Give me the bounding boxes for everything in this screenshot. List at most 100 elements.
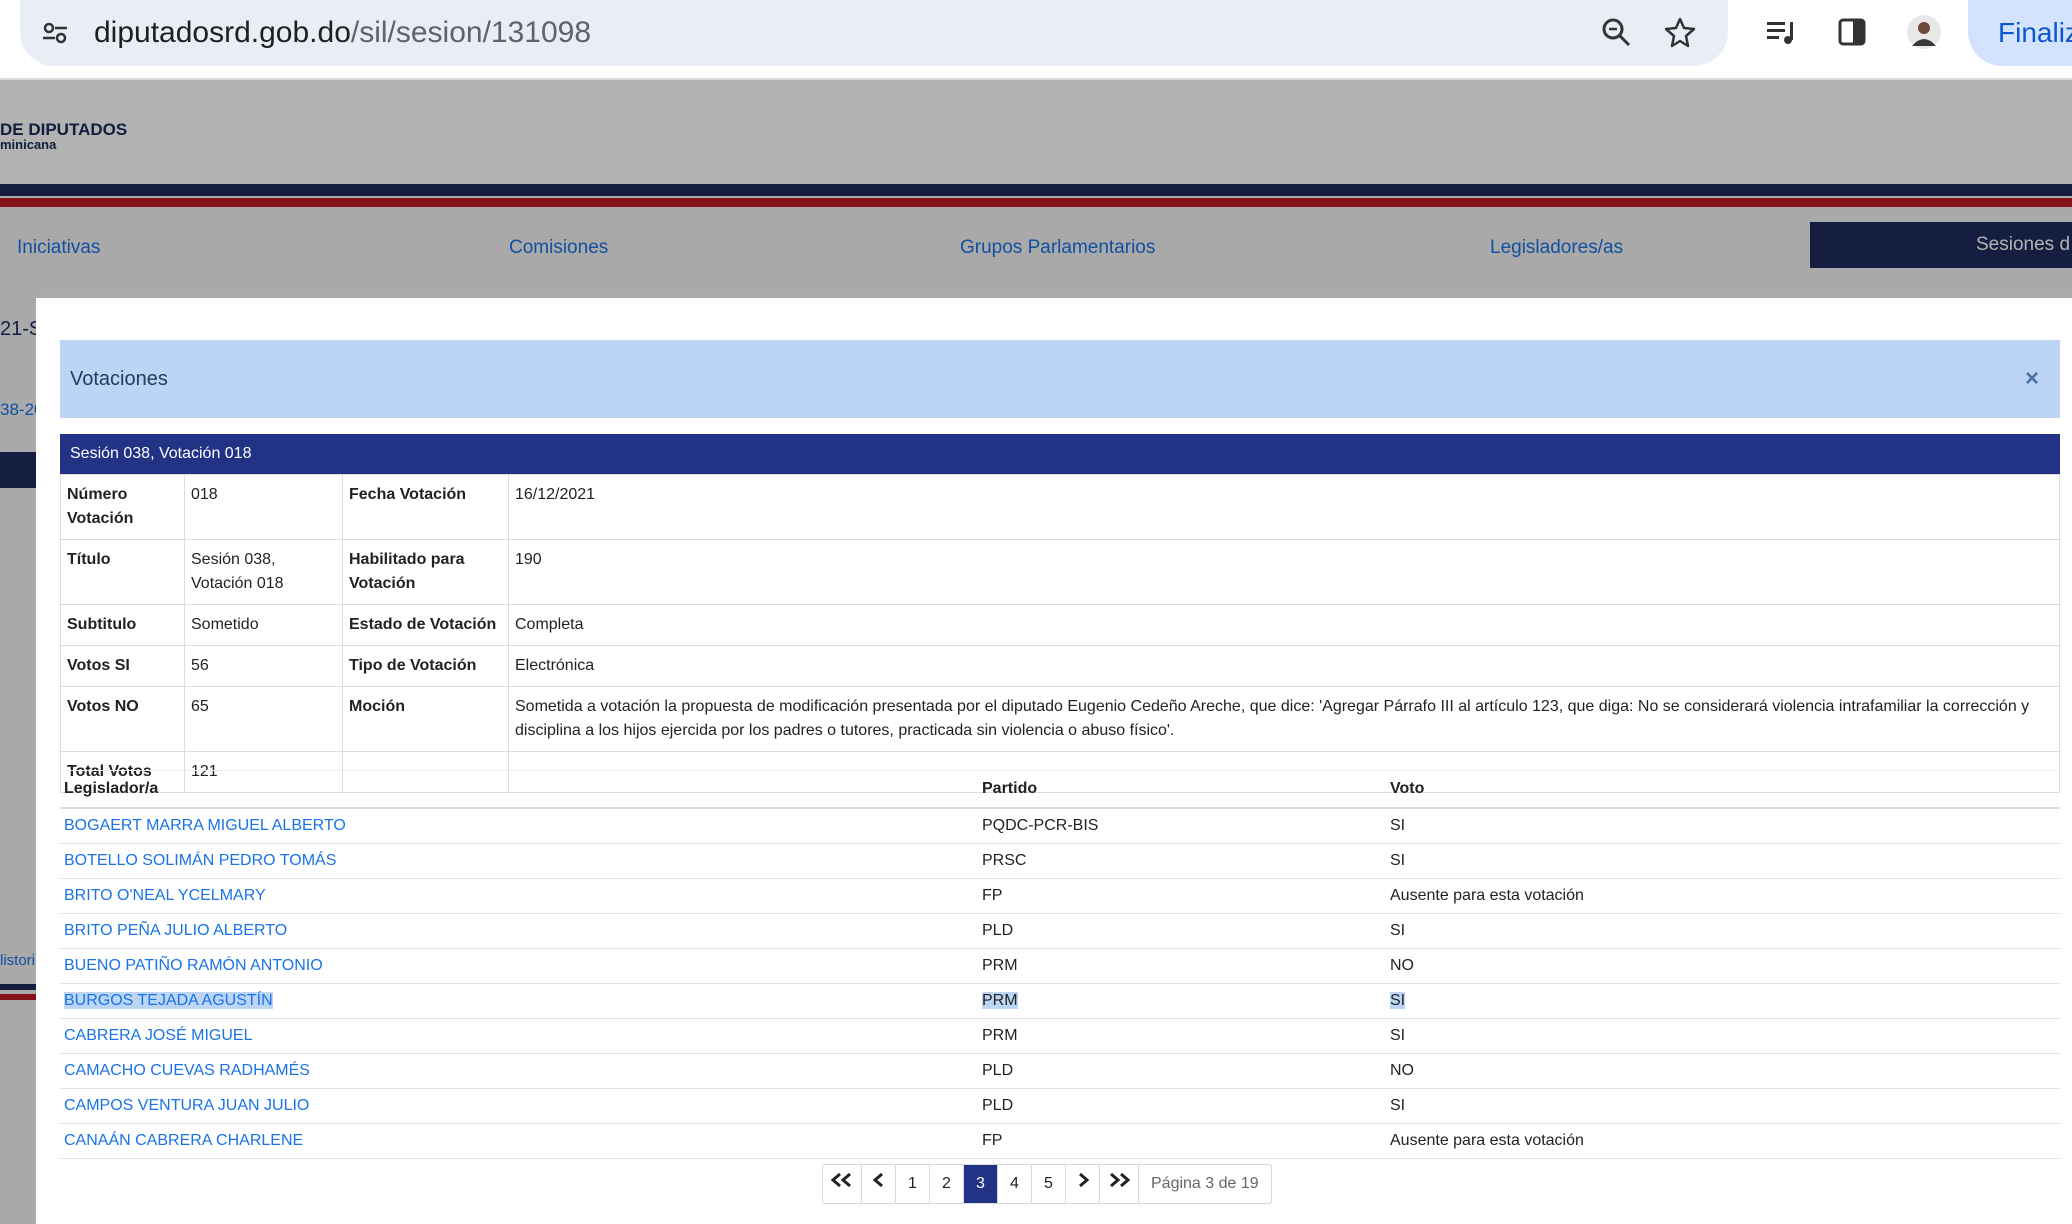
col-legislador: Legislador/a bbox=[60, 770, 978, 809]
party-cell: PLD bbox=[978, 913, 1386, 949]
url-path: /sil/sesion/131098 bbox=[350, 16, 592, 49]
table-row-selected: BURGOS TEJADA AGUSTÍN PRM SI bbox=[60, 983, 2060, 1019]
fecha-label: Fecha Votación bbox=[342, 474, 509, 540]
party-cell: PRM bbox=[982, 992, 1018, 1009]
info-row: Título Sesión 038, Votación 018 Habilita… bbox=[60, 539, 2060, 605]
titulo-value: Sesión 038, Votación 018 bbox=[184, 539, 343, 605]
vote-cell: SI bbox=[1386, 843, 2060, 879]
page-1-button[interactable]: 1 bbox=[896, 1165, 930, 1203]
vote-cell: Ausente para esta votación bbox=[1386, 1123, 2060, 1159]
info-row: Votos NO 65 Moción Sometida a votación l… bbox=[60, 686, 2060, 752]
votos-si-label: Votos SI bbox=[60, 645, 185, 687]
legislator-link[interactable]: BRITO O'NEAL YCELMARY bbox=[64, 887, 266, 904]
table-row: BOTELLO SOLIMÁN PEDRO TOMÁS PRSC SI bbox=[60, 843, 2060, 879]
table-row: CAMPOS VENTURA JUAN JULIO PLD SI bbox=[60, 1088, 2060, 1124]
tipo-value: Electrónica bbox=[508, 645, 2060, 687]
party-cell: PRM bbox=[978, 948, 1386, 984]
last-page-button[interactable] bbox=[1100, 1165, 1139, 1203]
media-playlist-icon[interactable] bbox=[1760, 12, 1800, 52]
vote-cell: SI bbox=[1390, 992, 1406, 1009]
subtitulo-label: Subtitulo bbox=[60, 604, 185, 646]
info-row: Subtitulo Sometido Estado de Votación Co… bbox=[60, 604, 2060, 646]
party-cell: FP bbox=[978, 878, 1386, 914]
legislator-link[interactable]: BRITO PEÑA JULIO ALBERTO bbox=[64, 922, 287, 939]
pagination: 1 2 3 4 5 Página 3 de 19 bbox=[822, 1164, 1272, 1204]
mocion-value: Sometida a votación la propuesta de modi… bbox=[508, 686, 2060, 752]
page-info: Página 3 de 19 bbox=[1151, 1175, 1259, 1192]
zoom-icon[interactable] bbox=[1596, 12, 1636, 52]
votos-no-value: 65 bbox=[184, 686, 343, 752]
party-cell: PRSC bbox=[978, 843, 1386, 879]
url-host: diputadosrd.gob.do bbox=[94, 16, 351, 49]
next-page-button[interactable] bbox=[1066, 1165, 1100, 1203]
table-row: BOGAERT MARRA MIGUEL ALBERTO PQDC-PCR-BI… bbox=[60, 808, 2060, 844]
table-row: BUENO PATIÑO RAMÓN ANTONIO PRM NO bbox=[60, 948, 2060, 984]
chevron-left-icon bbox=[872, 1172, 883, 1188]
vote-cell: SI bbox=[1386, 1088, 2060, 1124]
page-3-button[interactable]: 3 bbox=[964, 1165, 998, 1203]
profile-avatar[interactable] bbox=[1904, 12, 1944, 52]
legislator-link[interactable]: CABRERA JOSÉ MIGUEL bbox=[64, 1027, 253, 1044]
titulo-label: Título bbox=[60, 539, 185, 605]
table-row: CANAÁN CABRERA CHARLENE FP Ausente para … bbox=[60, 1123, 2060, 1159]
close-icon[interactable]: × bbox=[2014, 360, 2050, 398]
fecha-value: 16/12/2021 bbox=[508, 474, 2060, 540]
page-4-button[interactable]: 4 bbox=[998, 1165, 1032, 1203]
info-row: Número Votación 018 Fecha Votación 16/12… bbox=[60, 474, 2060, 540]
vote-cell: SI bbox=[1386, 808, 2060, 844]
finalize-update-button[interactable]: Finaliz bbox=[1968, 0, 2072, 66]
modal-title: Votaciones bbox=[70, 368, 168, 390]
legislator-link[interactable]: CANAÁN CABRERA CHARLENE bbox=[64, 1132, 303, 1149]
legislator-link[interactable]: BURGOS TEJADA AGUSTÍN bbox=[64, 992, 273, 1009]
table-row: BRITO O'NEAL YCELMARY FP Ausente para es… bbox=[60, 878, 2060, 914]
votos-no-label: Votos NO bbox=[60, 686, 185, 752]
votes-header-row: Legislador/a Partido Voto bbox=[60, 770, 2060, 809]
url-text[interactable]: diputadosrd.gob.do/sil/sesion/131098 bbox=[94, 10, 591, 56]
vote-cell: SI bbox=[1386, 1018, 2060, 1054]
votes-table: Legislador/a Partido Voto BOGAERT MARRA … bbox=[60, 770, 2060, 1159]
vote-cell: NO bbox=[1386, 948, 2060, 984]
col-voto: Voto bbox=[1386, 770, 2060, 809]
vote-cell: SI bbox=[1386, 913, 2060, 949]
legislator-link[interactable]: BUENO PATIÑO RAMÓN ANTONIO bbox=[64, 957, 323, 974]
vote-cell: NO bbox=[1386, 1053, 2060, 1089]
vote-cell: Ausente para esta votación bbox=[1386, 878, 2060, 914]
votos-si-value: 56 bbox=[184, 645, 343, 687]
side-panel-icon[interactable] bbox=[1832, 12, 1872, 52]
legislator-link[interactable]: BOTELLO SOLIMÁN PEDRO TOMÁS bbox=[64, 852, 336, 869]
modal-header bbox=[60, 340, 2060, 418]
party-cell: PRM bbox=[978, 1018, 1386, 1054]
table-row: BRITO PEÑA JULIO ALBERTO PLD SI bbox=[60, 913, 2060, 949]
vote-info-table: Número Votación 018 Fecha Votación 16/12… bbox=[60, 474, 2060, 793]
bookmark-star-icon[interactable] bbox=[1660, 12, 1700, 52]
habilitado-value: 190 bbox=[508, 539, 2060, 605]
subtitulo-value: Sometido bbox=[184, 604, 343, 646]
numero-label: Número Votación bbox=[60, 474, 185, 540]
page-5-button[interactable]: 5 bbox=[1032, 1165, 1066, 1203]
page-2-button[interactable]: 2 bbox=[930, 1165, 964, 1203]
party-cell: PLD bbox=[978, 1088, 1386, 1124]
legislator-link[interactable]: CAMPOS VENTURA JUAN JULIO bbox=[64, 1097, 309, 1114]
col-partido: Partido bbox=[978, 770, 1386, 809]
session-header: Sesión 038, Votación 018 bbox=[60, 434, 2060, 474]
numero-value: 018 bbox=[184, 474, 343, 540]
tipo-label: Tipo de Votación bbox=[342, 645, 509, 687]
site-settings-icon[interactable] bbox=[36, 14, 74, 52]
table-row: CAMACHO CUEVAS RADHAMÉS PLD NO bbox=[60, 1053, 2060, 1089]
estado-label: Estado de Votación bbox=[342, 604, 509, 646]
double-chevron-left-icon bbox=[830, 1172, 851, 1188]
first-page-button[interactable] bbox=[823, 1165, 862, 1203]
double-chevron-right-icon bbox=[1110, 1172, 1131, 1188]
legislator-link[interactable]: BOGAERT MARRA MIGUEL ALBERTO bbox=[64, 817, 346, 834]
party-cell: PQDC-PCR-BIS bbox=[978, 808, 1386, 844]
table-row: CABRERA JOSÉ MIGUEL PRM SI bbox=[60, 1018, 2060, 1054]
mocion-label: Moción bbox=[342, 686, 509, 752]
party-cell: FP bbox=[978, 1123, 1386, 1159]
estado-value: Completa bbox=[508, 604, 2060, 646]
legislator-link[interactable]: CAMACHO CUEVAS RADHAMÉS bbox=[64, 1062, 310, 1079]
prev-page-button[interactable] bbox=[862, 1165, 896, 1203]
party-cell: PLD bbox=[978, 1053, 1386, 1089]
habilitado-label: Habilitado para Votación bbox=[342, 539, 509, 605]
chevron-right-icon bbox=[1078, 1172, 1089, 1188]
info-row: Votos SI 56 Tipo de Votación Electrónica bbox=[60, 645, 2060, 687]
